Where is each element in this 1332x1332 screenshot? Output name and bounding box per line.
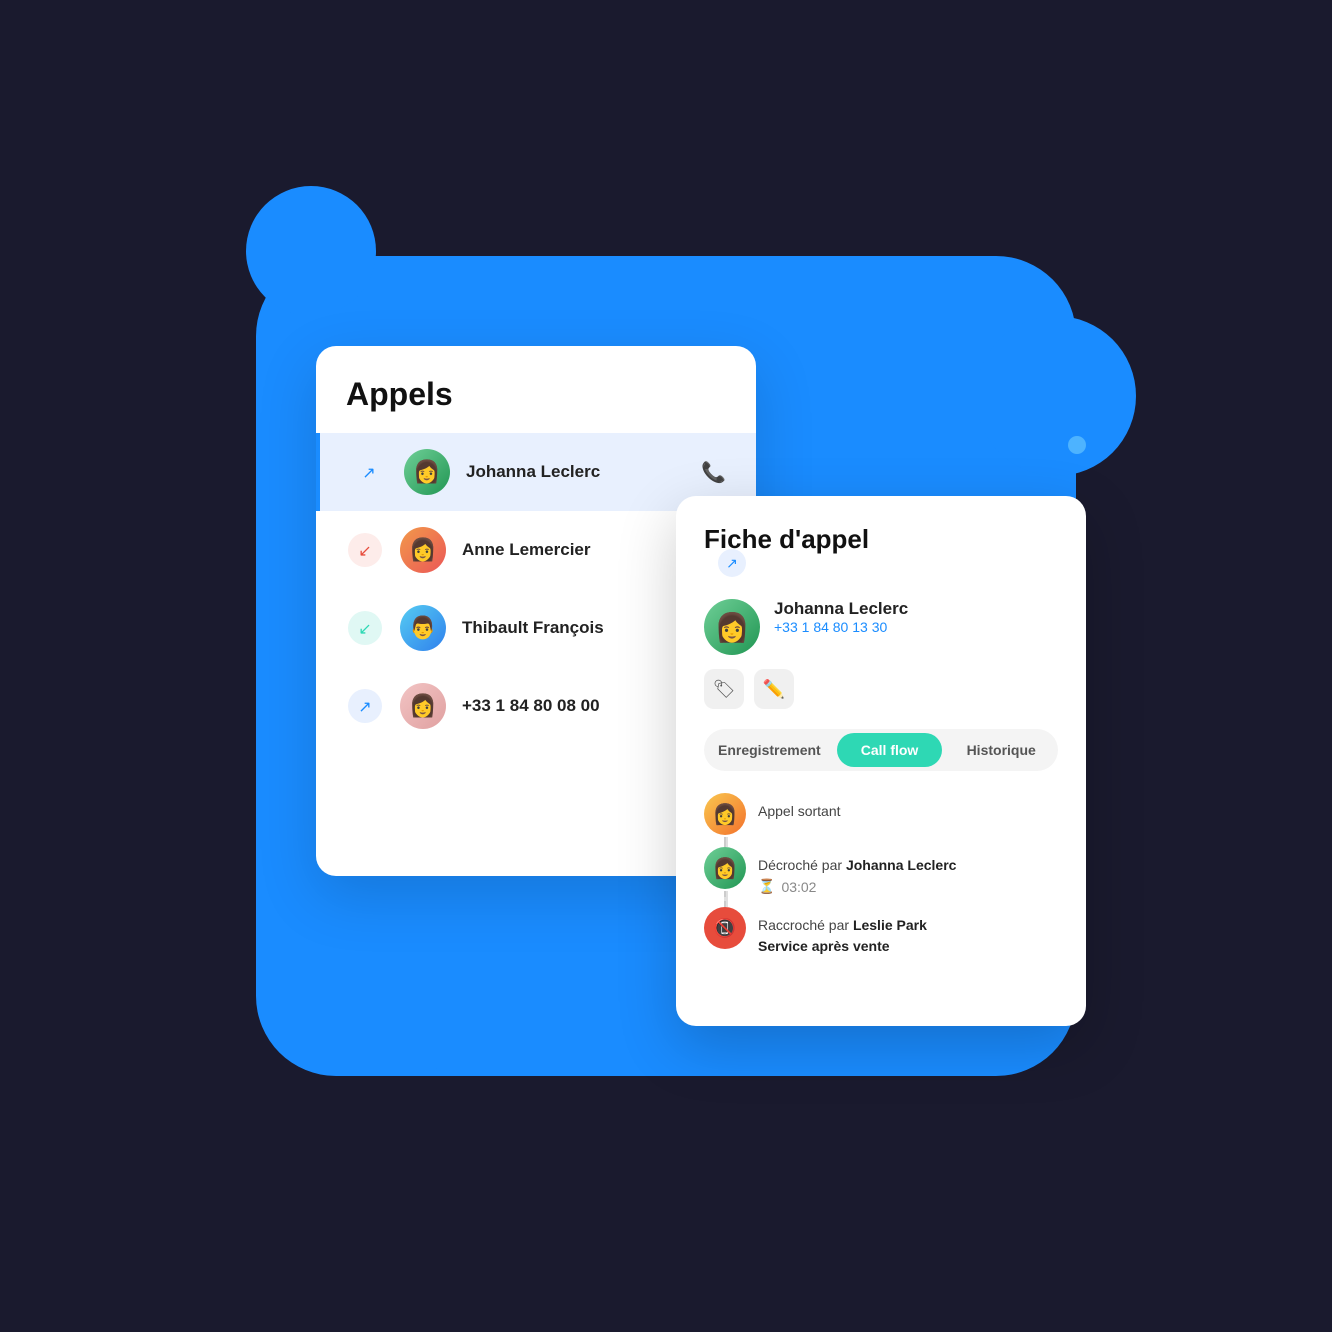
fiche-contact-phone: +33 1 84 80 13 30 [774, 619, 908, 635]
tag-button[interactable]: 🏷 [704, 669, 744, 709]
fiche-contact-name: Johanna Leclerc [774, 599, 908, 619]
deco-dot-top-right [1068, 436, 1086, 454]
fiche-avatar-wrap: ↗ 👩 [704, 571, 760, 655]
timeline-avatar-outgoing: 👩 [704, 793, 746, 835]
tabs-container: Enregistrement Call flow Historique [704, 729, 1058, 771]
tag-icon: 🏷 [713, 679, 736, 700]
timeline-item-answered: 👩 Décroché par Johanna Leclerc ⏳ 03:02 [704, 847, 1058, 907]
fiche-contact-info: Johanna Leclerc +33 1 84 80 13 30 [774, 599, 908, 635]
outgoing-icon-unknown: ↗ [346, 687, 384, 725]
svg-text:↙: ↙ [358, 621, 371, 638]
svg-text:↗: ↗ [362, 465, 375, 482]
hourglass-icon: ⏳ [758, 878, 775, 895]
svg-text:↗: ↗ [358, 699, 371, 716]
avatar-thibault: 👨 [400, 605, 446, 651]
call-name-johanna: Johanna Leclerc [466, 462, 685, 482]
fiche-panel-title: Fiche d'appel [704, 524, 1058, 555]
svg-text:↗: ↗ [726, 555, 738, 571]
timeline-item-outgoing: 👩 Appel sortant [704, 793, 1058, 847]
tab-enregistrement[interactable]: Enregistrement [708, 733, 831, 767]
svg-text:↙: ↙ [358, 543, 371, 560]
fiche-panel: Fiche d'appel ↗ 👩 Johanna Leclerc +33 1 … [676, 496, 1086, 1026]
tab-callflow[interactable]: Call flow [837, 733, 943, 767]
timeline-text-hangup: Raccroché par Leslie Park [758, 915, 1058, 936]
timeline-content-answered: Décroché par Johanna Leclerc ⏳ 03:02 [758, 847, 1058, 895]
timeline-content-hangup: Raccroché par Leslie Park Service après … [758, 907, 1058, 957]
duration-value: 03:02 [781, 879, 816, 895]
timeline-text-outgoing: Appel sortant [758, 801, 1058, 822]
avatar-johanna: 👩 [404, 449, 450, 495]
fiche-contact-avatar: 👩 [704, 599, 760, 655]
fiche-actions: 🏷 ✏️ [704, 669, 1058, 709]
timeline-bold-name-answered: Johanna Leclerc [846, 857, 957, 873]
edit-icon: ✏️ [763, 679, 785, 700]
timeline: 👩 Appel sortant 👩 Décroché par Johanna L… [704, 793, 1058, 969]
edit-button[interactable]: ✏️ [754, 669, 794, 709]
tab-historique[interactable]: Historique [948, 733, 1054, 767]
avatar-anne: 👩 [400, 527, 446, 573]
timeline-bold-name-hangup: Leslie Park [853, 917, 927, 933]
scene: Appels ↗ 👩 Johanna Leclerc 📞 ↙ [216, 216, 1116, 1116]
timeline-avatar-answered: 👩 [704, 847, 746, 889]
calls-panel-title: Appels [316, 376, 756, 433]
avatar-unknown: 👩 [400, 683, 446, 729]
incoming-icon-thibault: ↙ [346, 609, 384, 647]
timeline-content-outgoing: Appel sortant [758, 793, 1058, 822]
timeline-avatar-hangup: 📵 [704, 907, 746, 949]
timeline-item-hangup: 📵 Raccroché par Leslie Park Service aprè… [704, 907, 1058, 969]
deco-drip-bottom-left [416, 956, 506, 1076]
hangup-phone-icon: 📵 [714, 918, 736, 939]
fiche-outgoing-call-icon: ↗ [718, 549, 746, 583]
timeline-duration: ⏳ 03:02 [758, 878, 1058, 895]
phone-icon-johanna: 📞 [701, 460, 726, 485]
timeline-subtitle-hangup: Service après vente [758, 936, 1058, 957]
timeline-text-answered: Décroché par Johanna Leclerc [758, 855, 1058, 876]
incoming-missed-icon-anne: ↙ [346, 531, 384, 569]
deco-circle-top-left [246, 186, 376, 316]
outgoing-icon-johanna: ↗ [350, 453, 388, 491]
deco-circle-top-right [976, 316, 1136, 476]
